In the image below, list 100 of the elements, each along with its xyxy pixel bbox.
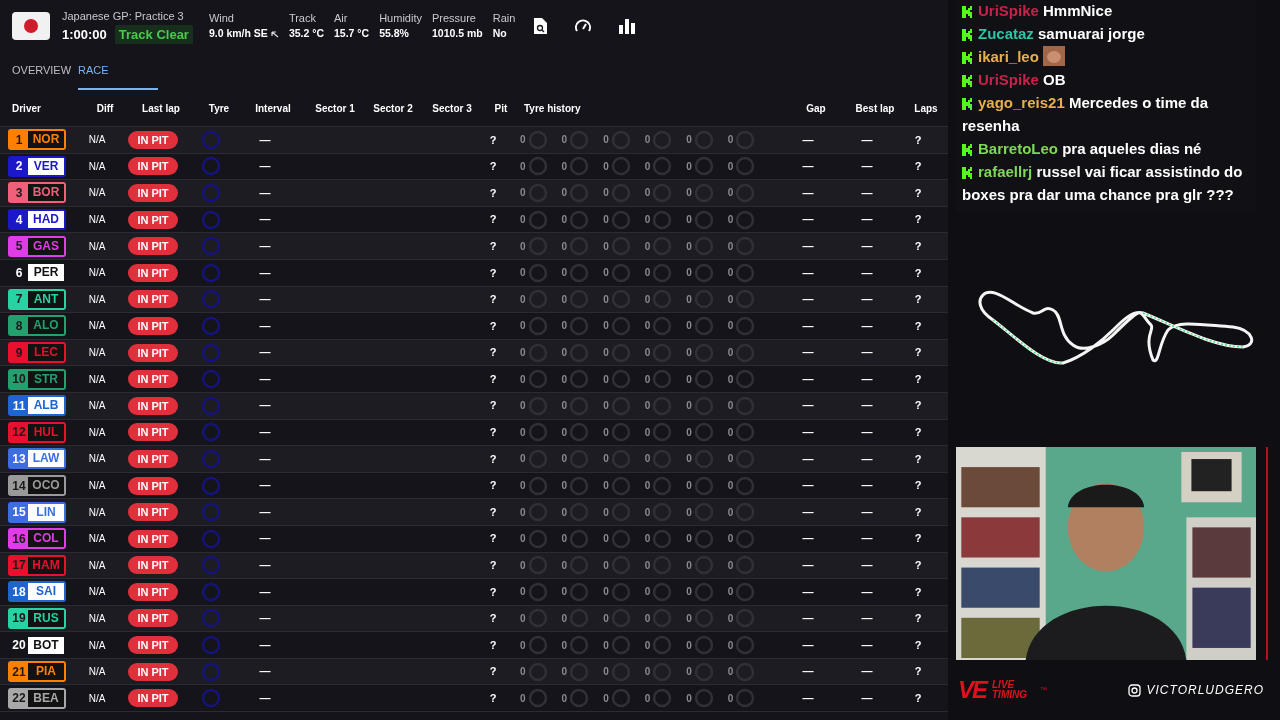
tyre-ring-icon	[527, 528, 548, 549]
status-pill: IN PIT	[128, 636, 178, 655]
table-cell-text: —	[860, 292, 874, 308]
tyre-ring-icon	[201, 448, 221, 469]
status-pill: IN PIT	[128, 529, 178, 548]
table-cell-text: 0	[603, 452, 609, 467]
column-header: Sector 1	[314, 101, 356, 116]
tyre-ring-icon	[527, 688, 548, 709]
table-cell-text: ?	[913, 371, 923, 387]
table-cell-text: ?	[913, 238, 923, 254]
bar-chart-icon[interactable]	[619, 18, 636, 34]
table-cell-text: 0	[727, 425, 734, 440]
tyre-ring-icon	[569, 528, 590, 549]
tyre-ring-icon	[527, 422, 548, 443]
status-pill: IN PIT	[128, 157, 178, 176]
kick-badge-icon	[962, 52, 972, 64]
table-cell-text: 0	[686, 532, 692, 547]
status-pill: IN PIT	[128, 130, 178, 149]
column-header: Interval	[254, 101, 292, 116]
tyre-ring-icon	[201, 315, 221, 336]
table-cell-text: —	[801, 398, 815, 414]
table-cell-text: —	[860, 345, 874, 361]
table-cell-text: —	[860, 691, 874, 706]
table-cell-text: 0	[520, 479, 526, 493]
table-cell-text: N/A	[87, 239, 107, 254]
table-cell-text: 0	[644, 505, 651, 520]
tyre-ring-icon	[527, 156, 548, 177]
table-cell-text: 0	[520, 665, 526, 680]
tyre-ring-icon	[693, 688, 714, 709]
status-pill: IN PIT	[128, 370, 178, 389]
table-cell-text: N/A	[87, 558, 107, 573]
table-cell-text: —	[801, 478, 815, 494]
gauge-icon[interactable]	[575, 19, 592, 33]
tyre-ring-icon	[527, 369, 548, 390]
table-cell-text: 0	[686, 585, 692, 600]
tyre-ring-icon	[527, 262, 548, 283]
table-cell-text: 0	[520, 638, 526, 653]
column-header: Laps	[913, 101, 939, 116]
table-cell-text: 0	[561, 372, 568, 387]
driver-badge: 18 SAI	[8, 581, 66, 603]
tyre-ring-icon	[652, 528, 673, 549]
tyre-ring-icon	[569, 262, 590, 283]
table-cell-text: —	[258, 398, 272, 414]
table-cell-text: —	[258, 425, 272, 441]
weather-label: Wind	[208, 10, 235, 26]
table-cell-text: 0	[603, 425, 609, 440]
table-cell-text: 0	[686, 133, 692, 148]
table-cell-text: 0	[520, 266, 526, 281]
tyre-ring-icon	[201, 635, 221, 656]
tab[interactable]: OVERVIEW	[12, 52, 72, 90]
table-cell-text: 0	[561, 292, 568, 307]
table-cell-text: N/A	[87, 691, 107, 706]
status-pill: IN PIT	[128, 237, 178, 256]
table-cell-text: —	[801, 691, 815, 706]
tyre-ring-icon	[693, 475, 714, 496]
table-cell-text: ?	[913, 611, 923, 627]
table-cell-text: 0	[727, 505, 734, 520]
chat-message: Zucataz samuarai jorge	[956, 22, 1256, 45]
table-cell-text: —	[258, 558, 272, 574]
driver-badge: 19 RUS	[8, 608, 66, 629]
table-cell-text: —	[860, 451, 874, 467]
table-cell-text: ?	[488, 478, 498, 494]
table-cell-text: —	[801, 637, 815, 653]
tyre-ring-icon	[652, 209, 673, 230]
status-pill: IN PIT	[128, 316, 178, 335]
table-cell-text: ?	[488, 212, 498, 228]
document-search-icon[interactable]	[533, 18, 548, 34]
tyre-ring-icon	[569, 688, 590, 709]
table-cell-text: —	[258, 611, 272, 627]
driver-badge: 13 LAW	[8, 448, 66, 470]
chat-message: ikari_leo	[956, 45, 1256, 68]
table-cell-text: 0	[727, 612, 734, 626]
table-cell-text: ?	[913, 584, 923, 600]
table-cell-text: —	[801, 159, 815, 175]
table-cell-text: 0	[561, 186, 568, 201]
tyre-ring-icon	[527, 209, 548, 230]
tab[interactable]: RACE	[78, 52, 158, 90]
table-cell-text: N/A	[87, 452, 107, 467]
table-cell-text: N/A	[87, 159, 107, 174]
table-cell-text: —	[258, 451, 272, 467]
japan-flag-icon	[12, 12, 50, 40]
table-cell-text: —	[860, 398, 874, 414]
table-cell-text: ?	[488, 345, 498, 361]
table-cell-text: 0	[603, 213, 609, 228]
table-cell-text: 0	[686, 505, 692, 520]
table-cell-text: ?	[913, 504, 923, 520]
table-cell-text: 0	[727, 532, 734, 547]
table-cell-text: 0	[603, 691, 609, 706]
table-cell-text: 0	[727, 346, 734, 361]
table-cell-text: 0	[644, 266, 651, 281]
table-cell-text: 0	[520, 186, 526, 201]
driver-badge: 15 LIN	[8, 501, 66, 523]
track-status: Track Clear	[114, 24, 193, 44]
table-cell-text: 0	[561, 558, 568, 573]
session-title: Japanese GP: Practice 3	[62, 9, 185, 24]
kick-badge-icon	[962, 144, 972, 156]
table-cell-text: ?	[913, 159, 923, 175]
table-cell-text: —	[860, 212, 874, 228]
table-cell-text: 0	[727, 186, 734, 201]
tyre-ring-icon	[201, 342, 221, 363]
